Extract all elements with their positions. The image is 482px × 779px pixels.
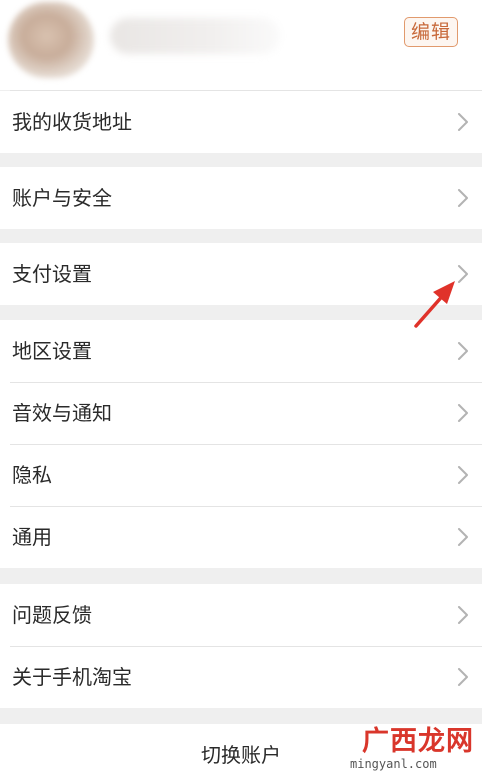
- menu-item-label: 隐私: [12, 463, 52, 487]
- menu-item-about[interactable]: 关于手机淘宝: [0, 646, 482, 708]
- menu-group-account: 账户与安全: [0, 167, 482, 229]
- menu-item-payment-settings[interactable]: 支付设置: [0, 243, 482, 305]
- chevron-right-icon: [456, 342, 470, 360]
- chevron-right-icon: [456, 113, 470, 131]
- profile-header[interactable]: 编辑: [0, 0, 482, 90]
- chevron-right-icon: [456, 265, 470, 283]
- chevron-right-icon: [456, 668, 470, 686]
- switch-account-button[interactable]: 切换账户: [0, 724, 482, 779]
- settings-screen: 编辑 我的收货地址 账户与安全 支付设置 地区设置 音效与通知 隐私 通用 问题…: [0, 0, 482, 779]
- divider: [10, 90, 482, 91]
- menu-item-account-security[interactable]: 账户与安全: [0, 167, 482, 229]
- chevron-right-icon: [456, 189, 470, 207]
- menu-item-label: 我的收货地址: [12, 110, 132, 134]
- menu-item-region-settings[interactable]: 地区设置: [0, 320, 482, 382]
- menu-item-label: 账户与安全: [12, 186, 112, 210]
- switch-account-label: 切换账户: [201, 743, 281, 767]
- menu-group-payment: 支付设置: [0, 243, 482, 305]
- chevron-right-icon: [456, 528, 470, 546]
- username-blurred: [110, 18, 280, 54]
- menu-item-label: 关于手机淘宝: [12, 665, 132, 689]
- menu-item-general[interactable]: 通用: [0, 506, 482, 568]
- chevron-right-icon: [456, 606, 470, 624]
- avatar: [8, 2, 94, 78]
- menu-item-label: 音效与通知: [12, 401, 112, 425]
- edit-profile-button[interactable]: 编辑: [403, 17, 458, 47]
- menu-item-shipping-address[interactable]: 我的收货地址: [0, 91, 482, 153]
- menu-item-label: 通用: [12, 525, 52, 549]
- menu-item-label: 地区设置: [12, 339, 92, 363]
- menu-item-label: 支付设置: [12, 262, 92, 286]
- menu-item-sound-notifications[interactable]: 音效与通知: [0, 382, 482, 444]
- menu-group-general: 地区设置 音效与通知 隐私 通用: [0, 320, 482, 568]
- chevron-right-icon: [456, 466, 470, 484]
- menu-group-support: 问题反馈 关于手机淘宝: [0, 584, 482, 708]
- chevron-right-icon: [456, 404, 470, 422]
- menu-item-label: 问题反馈: [12, 603, 92, 627]
- menu-group-address: 我的收货地址: [0, 91, 482, 153]
- menu-item-feedback[interactable]: 问题反馈: [0, 584, 482, 646]
- menu-item-privacy[interactable]: 隐私: [0, 444, 482, 506]
